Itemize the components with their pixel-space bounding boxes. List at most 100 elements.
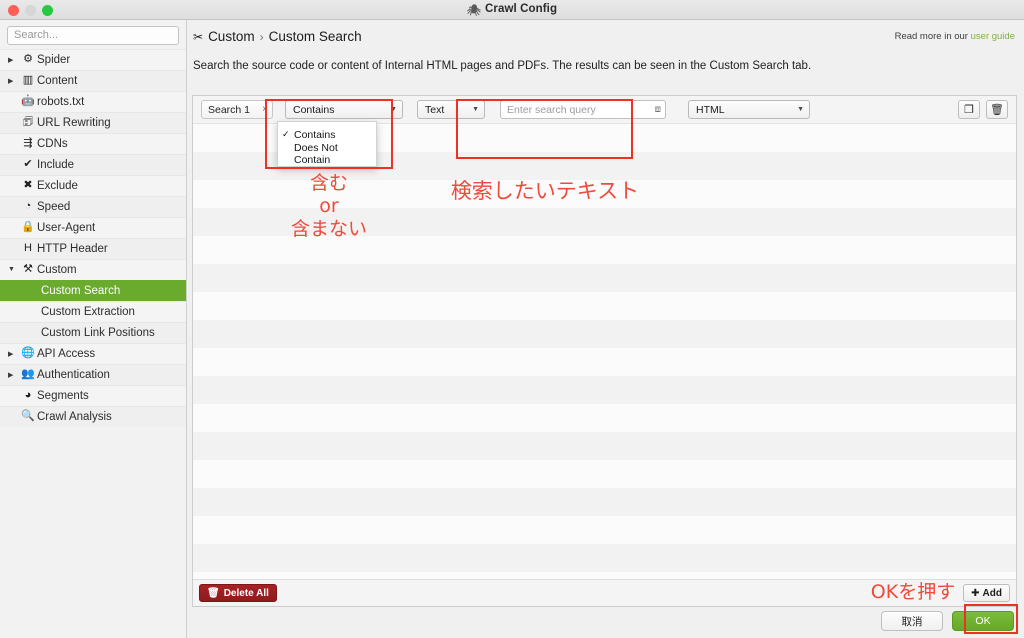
sidebar-item-crawl-analysis[interactable]: ▶🔍Crawl Analysis [0,405,186,427]
table-row[interactable] [193,404,1016,432]
chevron-right-icon: ▶ [8,140,19,148]
annotation-ok-note: OKを押す [870,581,956,603]
edit-square-icon: 🗊 [22,116,34,128]
page-description: Search the source code or content of Int… [193,60,812,72]
sidebar-item-http-header[interactable]: ▶ H HTTP Header [0,237,186,259]
table-row[interactable] [193,516,1016,544]
menu-item-does-not-contain[interactable]: Does Not Contain [278,142,376,166]
chevron-right-icon: ▶ [8,392,19,400]
sidebar-item-url-rewriting[interactable]: ▶🗊URL Rewriting [0,111,186,133]
trash-icon: 🗑 [207,587,220,599]
window-title: 🕷 Crawl Config [0,3,1024,17]
chevron-right-icon: ▶ [8,119,19,127]
read-more-prefix: Read more in our [894,31,971,42]
content-type-select[interactable]: Text ▼ [417,100,485,119]
table-row[interactable] [193,376,1016,404]
add-label: Add [982,587,1002,599]
sidebar-item-include[interactable]: ▶ ✔ Include [0,153,186,175]
sidebar-search-wrap [0,20,186,49]
table-row[interactable] [193,460,1016,488]
columns-icon: ▥ [22,74,34,86]
chevron-right-icon[interactable]: ▶ [8,77,19,85]
chevron-right-icon[interactable]: ▶ [8,350,19,358]
chevron-right-icon[interactable]: ▶ [8,371,19,379]
annotation-contains-note: 含む or 含まない [290,172,367,241]
sidebar-item-exclude[interactable]: ▶ ✖ Exclude [0,174,186,196]
sidebar-item-label: User-Agent [37,221,96,234]
breadcrumb-parent[interactable]: Custom [208,29,255,44]
table-row[interactable] [193,292,1016,320]
sidebar-item-custom-extraction[interactable]: ▶ Custom Extraction [0,300,186,322]
minimize-window-button[interactable] [25,5,36,16]
close-window-button[interactable] [8,5,19,16]
format-select[interactable]: HTML ▼ [688,100,810,119]
expand-icon[interactable]: ⧈ [655,104,661,115]
sidebar-item-label: HTTP Header [37,242,108,255]
window-titlebar: 🕷 Crawl Config [0,0,1024,20]
table-row[interactable] [193,264,1016,292]
close-icon[interactable]: × [262,104,268,115]
sitemap-icon: ⇶ [23,137,33,149]
chevron-right-icon: ▶ [8,161,19,169]
main-pane: ✂ Custom › Custom Search Read more in ou… [187,20,1024,638]
magnifier-icon: 🔍 [21,410,35,422]
chevron-down-icon[interactable]: ▼ [8,266,19,273]
sidebar-item-robots-txt[interactable]: ▶🤖robots.txt [0,90,186,112]
search-query-field[interactable]: Enter search query ⧈ [500,100,666,119]
duplicate-row-button[interactable]: ❐ [958,100,980,119]
table-row[interactable] [193,544,1016,572]
chevron-down-icon: ▼ [797,106,804,113]
sidebar-item-custom-link-positions[interactable]: ▶ Custom Link Positions [0,321,186,343]
chevron-right-icon: ▶ [8,203,19,211]
table-row[interactable] [193,488,1016,516]
cancel-button[interactable]: 取消 [881,611,943,631]
sidebar-item-label: Custom Link Positions [41,326,155,339]
sidebar-item-label: Spider [37,53,71,66]
sidebar-item-api-access[interactable]: ▶ 🌐 API Access [0,342,186,364]
sidebar-search-input[interactable] [7,25,179,45]
match-type-dropdown-menu[interactable]: ✓ Contains Does Not Contain [277,121,377,167]
sidebar-item-spider[interactable]: ▶ ⚙ Spider [0,48,186,70]
sidebar-item-custom[interactable]: ▼ ⚒ Custom [0,258,186,280]
match-type-select[interactable]: Contains ▼ [285,100,403,119]
annotation-query-note: 検索したいテキスト [450,179,640,203]
sidebar-item-speed[interactable]: ▶ ◔ Speed [0,195,186,217]
user-guide-link[interactable]: user guide [971,31,1015,42]
delete-all-button[interactable]: 🗑 Delete All [199,584,277,602]
x-circle-icon: ✖ [23,179,33,191]
search-name-field[interactable]: Search 1 × [201,100,273,119]
zoom-window-button[interactable] [42,5,53,16]
delete-row-button[interactable]: 🗑 [986,100,1008,119]
table-row[interactable] [193,432,1016,460]
ok-button[interactable]: OK [952,611,1014,631]
content-type-value: Text [425,103,445,116]
robot-icon: 🤖 [21,95,35,107]
sidebar-item-label: Custom Search [41,284,121,297]
chevron-right-icon: ▶ [8,182,19,190]
sidebar-item-label: robots.txt [37,95,85,108]
sidebar-item-label: URL Rewriting [37,116,111,129]
chevron-right-icon: ▶ [8,413,19,421]
sidebar-item-label: Authentication [37,368,110,381]
sidebar-item-custom-search[interactable]: ▶ Custom Search [0,279,186,301]
chevron-right-icon: ▶ [8,245,19,253]
read-more-text: Read more in our user guide [895,31,1015,42]
sidebar-item-authentication[interactable]: ▶ 👥 Authentication [0,363,186,385]
table-row[interactable] [193,348,1016,376]
globe-icon: 🌐 [21,347,35,359]
window-title-text: Crawl Config [484,2,558,15]
format-value: HTML [696,103,725,116]
table-row[interactable] [193,320,1016,348]
sidebar-item-segments[interactable]: ▶ ◕ Segments [0,384,186,406]
sidebar-item-content[interactable]: ▶ ▥ Content [0,69,186,91]
chevron-down-icon: ▼ [472,106,479,113]
pie-chart-icon: ◕ [24,389,32,401]
search-name-label: Search 1 [208,103,251,116]
chevron-down-icon: ▼ [390,106,397,113]
chevron-right-icon[interactable]: ▶ [8,56,19,64]
sidebar-item-cdns[interactable]: ▶ ⇶ CDNs [0,132,186,154]
match-type-value: Contains [293,103,335,116]
wrench-icon: ✂ [193,29,204,44]
add-row-button[interactable]: ✚ Add [963,584,1010,602]
sidebar-item-user-agent[interactable]: ▶🔒User-Agent [0,216,186,238]
